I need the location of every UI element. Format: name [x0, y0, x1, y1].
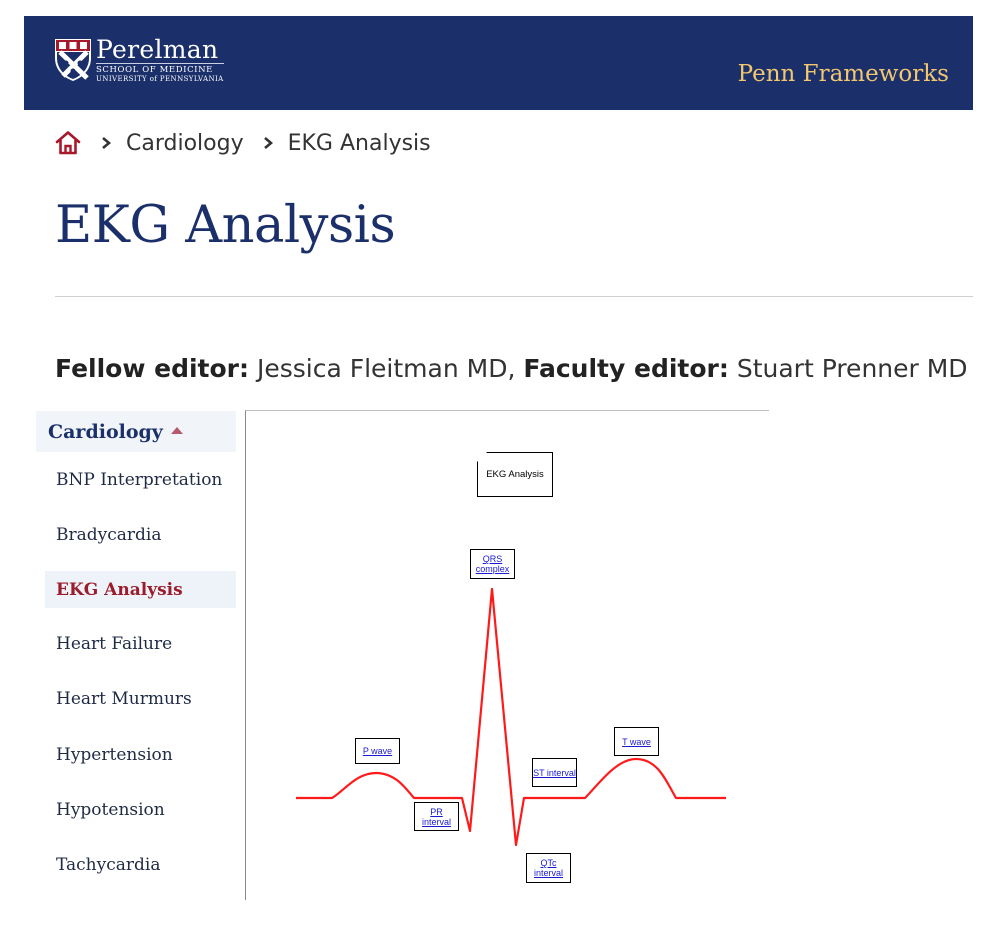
logo-university: UNIVERSITY of PENNSYLVANIA: [96, 75, 224, 83]
sidebar-item-tachycardia[interactable]: Tachycardia: [45, 846, 236, 883]
faculty-editor-label: Faculty editor:: [523, 354, 729, 383]
chevron-right-icon: [100, 136, 112, 150]
breadcrumb: Cardiology EKG Analysis: [54, 128, 431, 158]
breadcrumb-item-cardiology[interactable]: Cardiology: [126, 131, 244, 156]
pr-interval-link[interactable]: PR interval: [414, 802, 459, 831]
faculty-editor-name: Stuart Prenner MD: [736, 354, 968, 383]
page-title: EKG Analysis: [55, 196, 396, 255]
diagram-title-node: EKG Analysis: [477, 452, 553, 497]
logo-wordmark: Perelman: [96, 35, 219, 64]
sidebar-item-ekg-analysis[interactable]: EKG Analysis: [45, 571, 236, 608]
editors-line: Fellow editor: Jessica Fleitman MD, Facu…: [55, 354, 968, 383]
fellow-editor-name: Jessica Fleitman MD,: [256, 354, 516, 383]
st-interval-link[interactable]: ST interval: [532, 758, 577, 787]
sidebar-item-hypotension[interactable]: Hypotension: [45, 791, 236, 828]
brand-link[interactable]: Penn Frameworks: [738, 61, 949, 87]
perelman-logo[interactable]: Perelman SCHOOL OF MEDICINE UNIVERSITY o…: [54, 35, 224, 84]
sidebar-item-bnp-interpretation[interactable]: BNP Interpretation: [45, 461, 236, 498]
penn-shield-icon: [55, 39, 91, 81]
home-icon[interactable]: [54, 130, 82, 156]
divider: [55, 296, 973, 297]
t-wave-link[interactable]: T wave: [614, 727, 659, 756]
p-wave-link[interactable]: P wave: [355, 738, 400, 764]
sidebar-item-heart-failure[interactable]: Heart Failure: [45, 625, 236, 662]
ekg-diagram: EKG Analysis QRS complex P wave PR inter…: [245, 410, 769, 900]
caret-up-icon: [170, 427, 183, 434]
sidebar-item-hypertension[interactable]: Hypertension: [45, 736, 236, 773]
sidebar-nav: Cardiology BNP Interpretation Bradycardi…: [36, 411, 236, 875]
ekg-trace: [296, 587, 726, 847]
qrs-complex-link[interactable]: QRS complex: [470, 549, 515, 579]
sidebar-section-cardiology[interactable]: Cardiology: [36, 411, 236, 452]
sidebar-item-bradycardia[interactable]: Bradycardia: [45, 516, 236, 553]
fellow-editor-label: Fellow editor:: [55, 354, 250, 383]
breadcrumb-item-current: EKG Analysis: [287, 130, 431, 156]
qtc-interval-link[interactable]: QTc interval: [526, 853, 571, 883]
logo-subtitle: SCHOOL OF MEDICINE: [96, 63, 224, 75]
sidebar-section-label: Cardiology: [48, 420, 163, 443]
site-header: Perelman SCHOOL OF MEDICINE UNIVERSITY o…: [24, 16, 973, 110]
chevron-right-icon: [262, 136, 274, 150]
sidebar-item-heart-murmurs[interactable]: Heart Murmurs: [45, 680, 236, 717]
